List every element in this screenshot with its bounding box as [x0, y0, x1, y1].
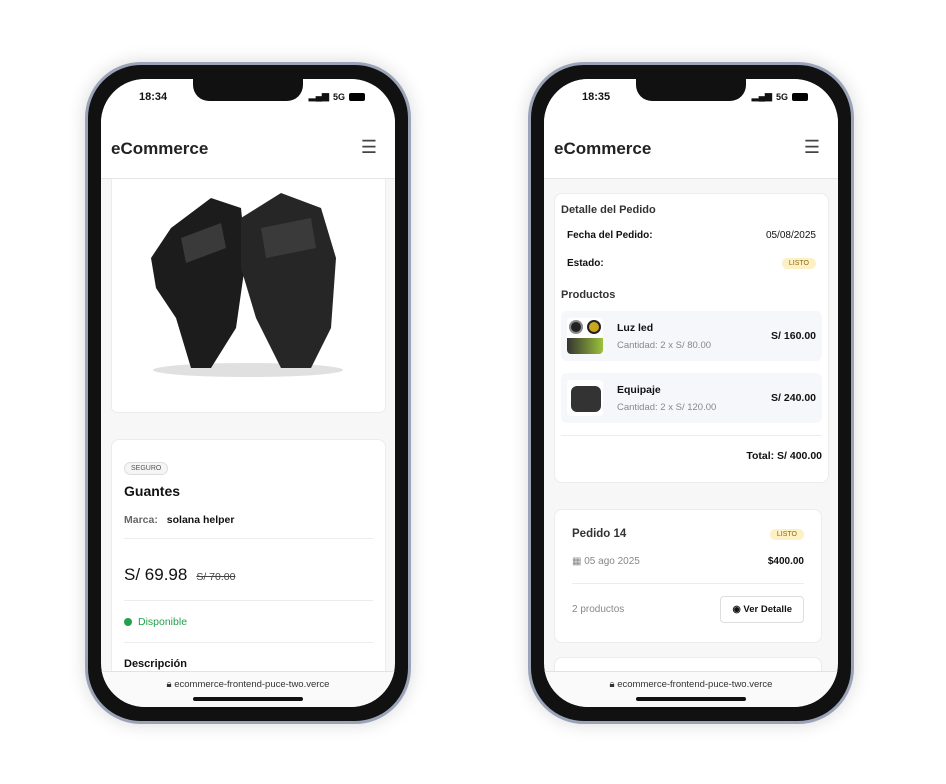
hamburger-menu-icon[interactable]: ☰ [804, 137, 820, 158]
order-card[interactable]: Pedido 14 LISTO ▦ 05 ago 2025 $400.00 2 … [554, 509, 822, 643]
badge-seguro: SEGURO [124, 462, 169, 475]
product-quantity: Cantidad: 2 x S/ 80.00 [617, 339, 712, 351]
signal-icon: ▂▄▆ [751, 91, 772, 101]
brand-value: solana helper [166, 514, 235, 526]
order-card-next[interactable] [554, 657, 822, 671]
product-old-price: S/ 70.00 [196, 571, 236, 583]
url-text: ecommerce-frontend-puce-two.verce [617, 679, 773, 690]
product-info-card: SEGURO Guantes Marca: solana helper S/ 6… [111, 439, 386, 671]
notch [193, 79, 303, 101]
phone-right: 18:35 ▂▄▆ 5G eCommerce ☰ Detalle del Pedi… [528, 62, 854, 724]
battery-icon [349, 92, 365, 101]
product-subtotal: S/ 240.00 [771, 392, 816, 404]
url-text: ecommerce-frontend-puce-two.verce [174, 679, 330, 690]
hamburger-menu-icon[interactable]: ☰ [361, 137, 377, 158]
screen: 18:34 ▂▄▆ 5G eCommerce ☰ SEGURO Guantes M… [101, 79, 395, 707]
product-quantity: Cantidad: 2 x S/ 120.00 [617, 401, 717, 413]
order-status-badge: LISTO [781, 258, 816, 269]
product-name: Luz led [617, 321, 654, 334]
battery-icon [792, 92, 808, 101]
calendar-icon: ▦ [572, 556, 582, 567]
clock: 18:34 [139, 91, 168, 103]
notch [636, 79, 746, 101]
order-date: 05 ago 2025 [584, 556, 640, 567]
order-status-badge: LISTO [769, 528, 804, 540]
product-price: S/ 69.98 [124, 565, 188, 584]
order-product-count: 2 productos [572, 604, 625, 615]
product-image-card [111, 179, 386, 413]
product-subtotal: S/ 160.00 [771, 330, 816, 342]
lock-icon: 🔒︎ [609, 679, 615, 690]
product-page: SEGURO Guantes Marca: solana helper S/ 6… [101, 179, 395, 671]
signal-icon: ▂▄▆ [308, 91, 329, 101]
home-indicator[interactable] [636, 697, 746, 701]
order-product-row: Equipaje Cantidad: 2 x S/ 120.00 S/ 240.… [561, 373, 822, 423]
network-label: 5G [775, 91, 788, 102]
screen: 18:35 ▂▄▆ 5G eCommerce ☰ Detalle del Pedi… [544, 79, 838, 707]
product-thumbnail-equipaje [567, 380, 603, 416]
product-name: Equipaje [617, 383, 661, 396]
app-title[interactable]: eCommerce [111, 139, 208, 159]
product-name: Guantes [124, 483, 181, 499]
order-detail-card: Detalle del Pedido Fecha del Pedido: 05/… [554, 193, 829, 483]
order-title: Pedido 14 [572, 528, 627, 540]
order-product-row: Luz led Cantidad: 2 x S/ 80.00 S/ 160.00 [561, 311, 822, 361]
order-detail-title: Detalle del Pedido [561, 204, 656, 216]
order-date: 05/08/2025 [765, 230, 816, 241]
app-header: eCommerce ☰ [544, 117, 838, 179]
products-heading: Productos [561, 289, 616, 301]
url-bar[interactable]: 🔒︎ ecommerce-frontend-puce-two.verce [544, 671, 838, 707]
brand-label: Marca: [124, 514, 158, 526]
lock-icon: 🔒︎ [166, 679, 172, 690]
order-total: Total: S/ 400.00 [746, 450, 822, 462]
available-dot-icon [124, 618, 132, 626]
product-image-gloves [121, 179, 375, 398]
product-thumbnail-luz-led [567, 318, 603, 354]
url-bar[interactable]: 🔒︎ ecommerce-frontend-puce-two.verce [101, 671, 395, 707]
clock: 18:35 [582, 91, 611, 103]
phone-left: 18:34 ▂▄▆ 5G eCommerce ☰ SEGURO Guantes M… [85, 62, 411, 724]
home-indicator[interactable] [193, 697, 303, 701]
order-date-label: Fecha del Pedido: [567, 230, 653, 241]
network-label: 5G [332, 91, 345, 102]
app-title[interactable]: eCommerce [554, 139, 651, 159]
description-heading: Descripción [124, 658, 187, 670]
eye-icon: ◉ [732, 604, 741, 615]
order-amount: $400.00 [767, 556, 804, 567]
view-detail-button[interactable]: ◉ Ver Detalle [720, 596, 804, 623]
app-header: eCommerce ☰ [101, 117, 395, 179]
order-status-label: Estado: [567, 258, 604, 269]
availability-status: Disponible [138, 616, 188, 628]
orders-page: Detalle del Pedido Fecha del Pedido: 05/… [544, 179, 838, 671]
